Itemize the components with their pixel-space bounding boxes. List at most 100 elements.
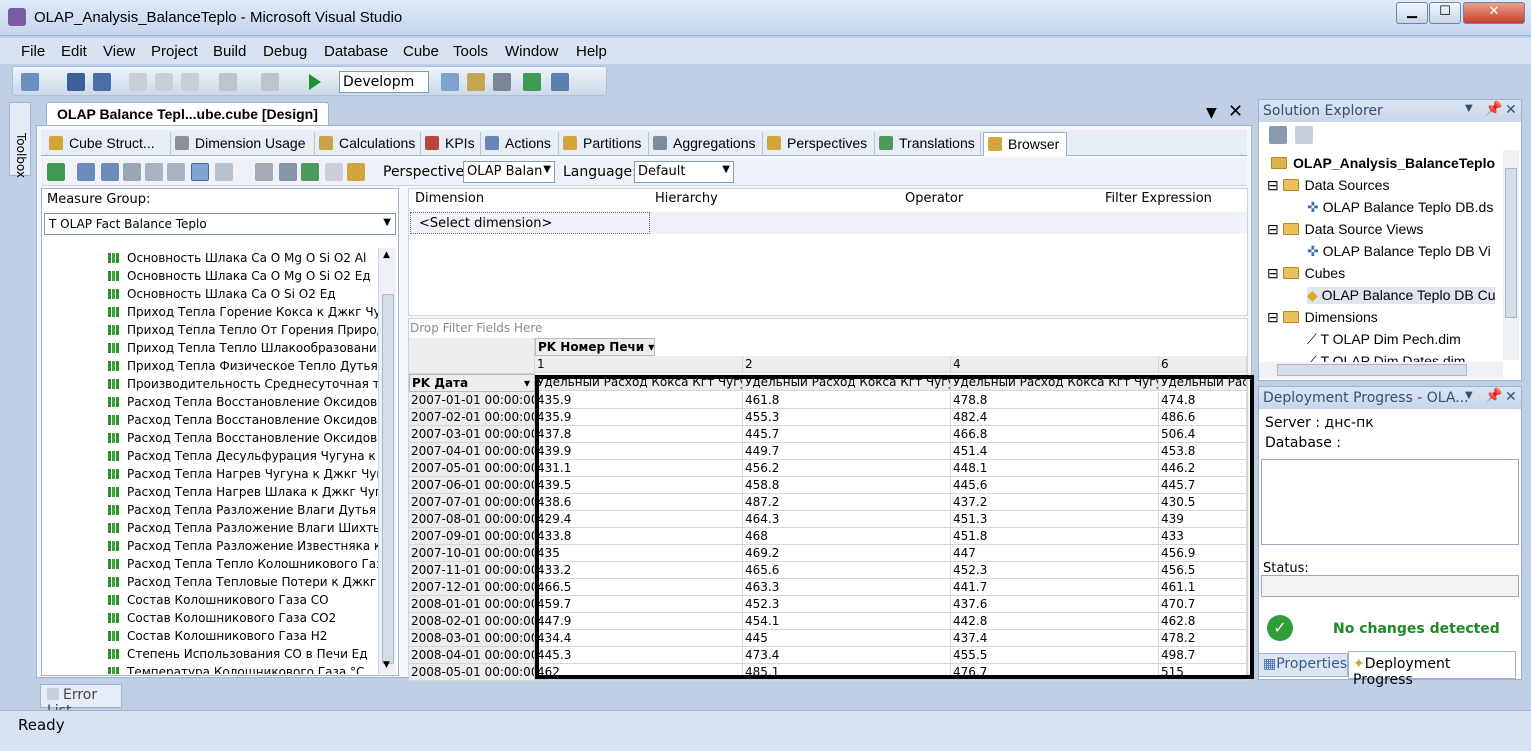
item-cube[interactable]: ◆ OLAP Balance Teplo DB Cu xyxy=(1307,287,1496,304)
measure-item[interactable]: Расход Тепла Разложение Влаги Шихты к xyxy=(108,521,378,539)
measure-item[interactable]: Основность Шлака Ca O Si O2 Ед xyxy=(108,287,378,305)
sort-asc-icon[interactable] xyxy=(145,163,163,181)
scroll-thumb[interactable] xyxy=(382,294,394,664)
measure-item[interactable]: Основность Шлака Ca O Mg O Si O2 Ед xyxy=(108,269,378,287)
drop-filter-zone[interactable]: Drop Filter Fields Here xyxy=(410,321,542,335)
measure-item[interactable]: Основность Шлака Ca O Mg O Si O2 Al xyxy=(108,251,378,269)
measure-item[interactable]: Расход Тепла Восстановление Оксидов Fe xyxy=(108,413,378,431)
tools-icon[interactable] xyxy=(493,73,511,91)
tab-perspectives[interactable]: Perspectives xyxy=(763,132,875,156)
measure-group-combo[interactable]: T OLAP Fact Balance Teplo ▼ xyxy=(44,213,396,235)
save-all-icon[interactable] xyxy=(93,73,111,91)
measure-item[interactable]: Производительность Среднесуточная тсут xyxy=(108,377,378,395)
pane-close-icon[interactable]: ✕ xyxy=(1505,389,1517,405)
measure-item[interactable]: Состав Колошникового Газа CO2 xyxy=(108,611,378,629)
measure-tree-scrollbar[interactable]: ▲ ▼ xyxy=(378,248,396,674)
folder-dimensions[interactable]: ⊟ Dimensions xyxy=(1267,309,1378,326)
document-tab[interactable]: OLAP Balance Tepl...ube.cube [Design] xyxy=(46,102,329,126)
item-data-source-view[interactable]: ✜ OLAP Balance Teplo DB Vi xyxy=(1307,243,1491,260)
menu-tools[interactable]: Tools xyxy=(453,43,488,60)
tab-actions[interactable]: Actions xyxy=(481,132,559,156)
measure-item[interactable]: Приход Тепла Физическое Тепло Дутья к xyxy=(108,359,378,377)
pin-icon[interactable]: 📌 xyxy=(1485,101,1502,117)
redo-icon[interactable] xyxy=(261,73,279,91)
drill-icon[interactable] xyxy=(301,163,319,181)
show-empty-icon[interactable] xyxy=(191,163,209,181)
item-dimension-pech[interactable]: ⟋ T OLAP Dim Pech.dim xyxy=(1307,331,1461,348)
clear-icon[interactable] xyxy=(325,163,343,181)
options-icon[interactable] xyxy=(347,163,365,181)
delete-icon[interactable] xyxy=(255,163,273,181)
measure-tree[interactable]: Основность Шлака Ca O Mg O Si O2 Al Основ… xyxy=(44,248,378,674)
measure-item[interactable]: Состав Колошникового Газа H2 xyxy=(108,629,378,647)
folder-data-source-views[interactable]: ⊟ Data Source Views xyxy=(1267,221,1423,238)
measure-item[interactable]: Расход Тепла Разложение Известняка к Д xyxy=(108,539,378,557)
measure-item[interactable]: Расход Тепла Разложение Влаги Дутья к Д xyxy=(108,503,378,521)
copy-icon[interactable] xyxy=(155,73,173,91)
solution-root[interactable]: OLAP_Analysis_BalanceTeplo xyxy=(1271,155,1495,171)
measure-item[interactable]: Расход Тепла Нагрев Чугуна к Джкг Чугун xyxy=(108,467,378,485)
undo-icon[interactable] xyxy=(219,73,237,91)
scroll-up-icon[interactable]: ▲ xyxy=(383,250,390,260)
close-button[interactable]: ✕ xyxy=(1463,2,1525,24)
process-icon[interactable] xyxy=(101,163,119,181)
menu-help[interactable]: Help xyxy=(576,43,607,60)
toolbox-tab[interactable]: Toolbox xyxy=(9,102,31,178)
minimize-button[interactable]: ▁ xyxy=(1396,2,1428,24)
new-project-icon[interactable] xyxy=(21,73,39,91)
measure-item[interactable]: Приход Тепла Тепло Шлакообразования к xyxy=(108,341,378,359)
save-icon[interactable] xyxy=(67,73,85,91)
measure-item[interactable]: Расход Тепла Десульфурация Чугуна к Дж xyxy=(108,449,378,467)
solution-config-combo[interactable]: Developm xyxy=(339,71,429,93)
menu-debug[interactable]: Debug xyxy=(263,43,307,60)
reconnect-icon[interactable] xyxy=(47,163,65,181)
menu-view[interactable]: View xyxy=(103,43,135,60)
pin-icon[interactable]: 📌 xyxy=(1485,388,1502,404)
select-dimension-cell[interactable]: <Select dimension> xyxy=(410,212,650,234)
start-debug-icon[interactable] xyxy=(309,74,321,90)
tab-calculations[interactable]: Calculations xyxy=(315,132,421,156)
tab-browser[interactable]: Browser xyxy=(983,132,1067,156)
folder-data-sources[interactable]: ⊟ Data Sources xyxy=(1267,177,1389,194)
filter-icon[interactable] xyxy=(215,163,233,181)
tab-aggregations[interactable]: Aggregations xyxy=(649,132,763,156)
menu-cube[interactable]: Cube xyxy=(403,43,439,60)
sort-desc-icon[interactable] xyxy=(167,163,185,181)
measure-item[interactable]: Степень Использования CO в Печи Ед xyxy=(108,647,378,665)
pane-close-icon[interactable]: ✕ xyxy=(1505,102,1517,118)
item-data-source[interactable]: ✜ OLAP Balance Teplo DB.ds xyxy=(1307,199,1493,216)
column-field-button[interactable]: PK Номер Печи ▾ xyxy=(535,338,655,356)
menu-file[interactable]: File xyxy=(21,43,45,60)
properties-icon[interactable] xyxy=(467,73,485,91)
solution-hscrollbar[interactable] xyxy=(1259,362,1503,378)
menu-build[interactable]: Build xyxy=(213,43,246,60)
tab-dimension-usage[interactable]: Dimension Usage xyxy=(171,132,315,156)
tab-cube-structure[interactable]: Cube Struct... xyxy=(45,132,171,156)
tab-partitions[interactable]: Partitions xyxy=(559,132,649,156)
measure-item[interactable]: Расход Тепла Тепловые Потери к Джкг Чу xyxy=(108,575,378,593)
menu-window[interactable]: Window xyxy=(505,43,558,60)
solution-vscrollbar[interactable] xyxy=(1503,150,1519,360)
scroll-down-icon[interactable]: ▼ xyxy=(383,660,390,670)
tab-deployment-progress[interactable]: ✦Deployment Progress xyxy=(1348,651,1516,688)
measure-item[interactable]: Расход Тепла Восстановление Оксидов Fe xyxy=(108,395,378,413)
error-list-tab[interactable]: Error List xyxy=(40,684,122,719)
pane-menu-icon[interactable]: ▼ xyxy=(1465,103,1473,114)
tab-properties[interactable]: ▦Properties xyxy=(1258,653,1348,677)
language-combo[interactable]: Default ▼ xyxy=(634,161,734,183)
doc-close-icon[interactable]: ✕ xyxy=(1228,101,1243,122)
menu-edit[interactable]: Edit xyxy=(61,43,87,60)
tab-translations[interactable]: Translations xyxy=(875,132,981,156)
calc-member-icon[interactable] xyxy=(279,163,297,181)
measure-item[interactable]: Приход Тепла Горение Кокса к Джкг Чугун xyxy=(108,305,378,323)
find-icon[interactable] xyxy=(441,73,459,91)
pane-menu-icon[interactable]: ▼ xyxy=(1465,390,1473,401)
measure-item[interactable]: Расход Тепла Тепло Колошникового Газа xyxy=(108,557,378,575)
measure-item[interactable]: Температура Колошникового Газа °C xyxy=(108,665,378,674)
doc-dropdown-icon[interactable]: ▼ xyxy=(1206,105,1217,121)
measure-item[interactable]: Состав Колошникового Газа CO xyxy=(108,593,378,611)
menu-database[interactable]: Database xyxy=(324,43,388,60)
measure-item[interactable]: Приход Тепла Тепло От Горения Природн xyxy=(108,323,378,341)
folder-cubes[interactable]: ⊟ Cubes xyxy=(1267,265,1345,282)
measure-item[interactable]: Расход Тепла Нагрев Шлака к Джкг Чугун xyxy=(108,485,378,503)
